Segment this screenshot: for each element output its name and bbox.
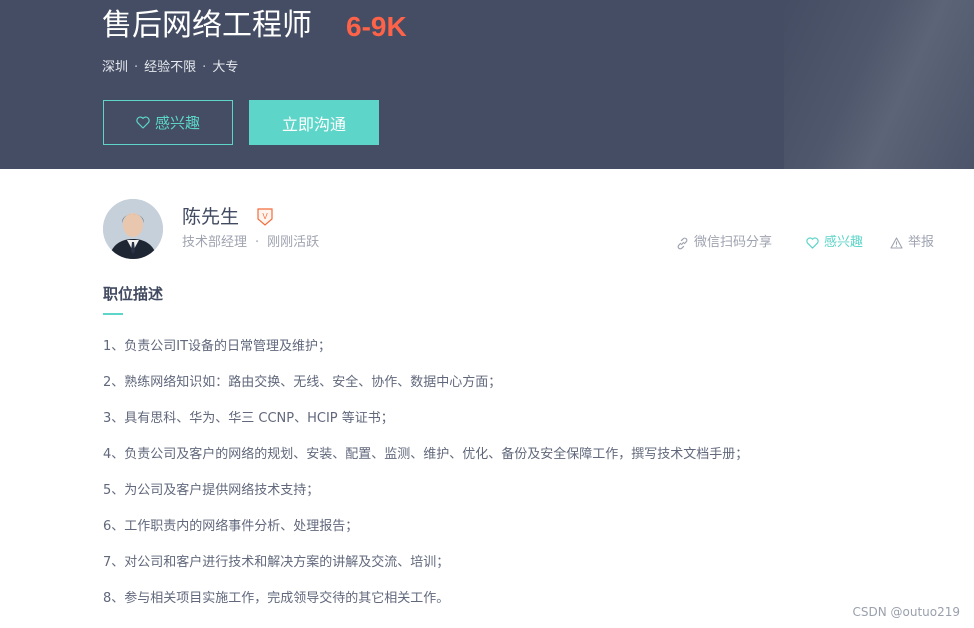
boss-position: 技术部经理: [182, 235, 248, 250]
warning-icon: [890, 237, 903, 249]
chat-now-button-label: 立即沟通: [281, 114, 346, 134]
description-line: 8、参与相关项目实施工作，完成领导交待的其它相关工作。: [103, 591, 450, 606]
section-title-underline: [103, 313, 123, 315]
boss-active-status: 刚刚活跃: [267, 235, 320, 250]
job-meta: 深圳 · 经验不限 · 大专: [102, 58, 238, 78]
salary: 6-9K: [346, 11, 407, 42]
avatar-image: [103, 199, 163, 259]
interest-button[interactable]: 感兴趣: [103, 100, 233, 145]
job-experience: 经验不限: [144, 60, 197, 75]
avatar: [103, 199, 163, 259]
link-icon: [677, 237, 688, 249]
interest-link[interactable]: 感兴趣: [806, 233, 863, 253]
interest-link-label: 感兴趣: [824, 235, 864, 250]
banner-decoration: [784, 0, 974, 169]
report-label: 举报: [908, 235, 935, 250]
description-line: 1、负责公司IT设备的日常管理及维护；: [103, 339, 332, 354]
share-label: 微信扫码分享: [694, 235, 773, 250]
heart-icon: [136, 116, 150, 129]
verified-badge-icon: V: [257, 208, 273, 226]
share-link[interactable]: 微信扫码分享: [676, 233, 772, 253]
job-header-banner: 售后网络工程师 6-9K 深圳 · 经验不限 · 大专 感兴趣 立即沟通: [0, 0, 974, 169]
job-title: 售后网络工程师: [102, 8, 312, 43]
interest-button-label: 感兴趣: [154, 114, 200, 132]
watermark: CSDN @outuo219: [852, 605, 960, 619]
description-line: 7、对公司和客户进行技术和解决方案的讲解及交流、培训；: [103, 555, 450, 570]
description-line: 3、具有思科、华为、华三 CCNP、HCIP 等证书；: [103, 411, 394, 426]
job-city: 深圳: [102, 60, 129, 75]
chat-now-button[interactable]: 立即沟通: [249, 100, 379, 145]
section-title-job-description: 职位描述: [103, 285, 164, 303]
meta-separator: ·: [202, 60, 207, 75]
job-education: 大专: [212, 60, 239, 75]
meta-separator: ·: [134, 60, 139, 75]
boss-info: 技术部经理 · 刚刚活跃: [182, 234, 319, 252]
description-line: 4、负责公司及客户的网络的规划、安装、配置、监测、维护、优化、备份及安全保障工作…: [103, 447, 749, 462]
verified-badge-text: V: [262, 212, 268, 221]
description-line: 2、熟练网络知识如：路由交换、无线、安全、协作、数据中心方面；: [103, 375, 502, 390]
heart-icon: [806, 237, 819, 249]
boss-name: 陈先生: [182, 206, 240, 228]
boss-info-separator: ·: [255, 235, 260, 250]
description-line: 6、工作职责内的网络事件分析、处理报告；: [103, 519, 359, 534]
report-link[interactable]: 举报: [890, 233, 934, 253]
description-line: 5、为公司及客户提供网络技术支持；: [103, 483, 320, 498]
